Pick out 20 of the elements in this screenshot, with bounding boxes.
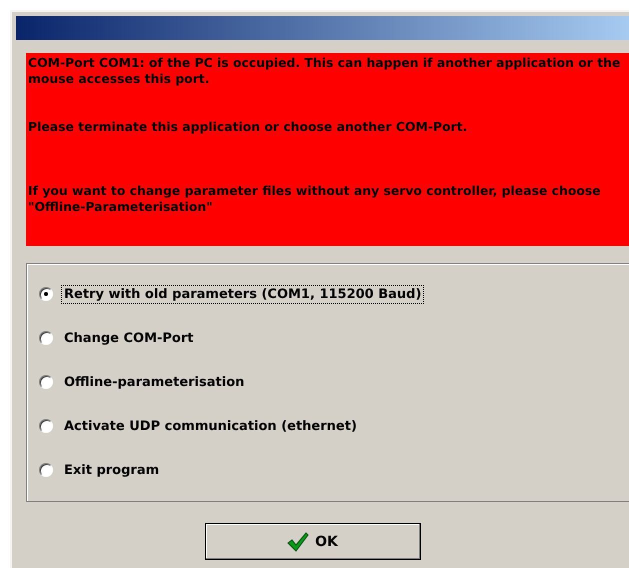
radio-option[interactable]: Activate UDP communication (ethernet) — [39, 414, 629, 438]
error-message: COM-Port COM1: of the PC is occupied. This can happen if another application or the mouse accesses this port. — [28, 55, 622, 87]
radio-button[interactable] — [39, 375, 53, 389]
error-message: If you want to change parameter files without any servo controller, please choose "Offline-Parameterisation" — [28, 183, 602, 215]
error-message: Please terminate this application or choose another COM-Port. — [28, 119, 468, 135]
option-label: Exit program — [63, 462, 160, 480]
radio-option[interactable]: Retry with old parameters (COM1, 115200 Baud) — [39, 282, 629, 306]
radio-option[interactable]: Exit program — [39, 458, 629, 482]
option-label: Offline-parameterisation — [63, 374, 246, 392]
radio-button[interactable] — [39, 287, 53, 301]
checkmark-icon — [287, 532, 310, 552]
ok-button[interactable]: OK — [204, 523, 420, 560]
radio-button[interactable] — [39, 331, 53, 345]
radio-option[interactable]: Offline-parameterisation — [39, 370, 629, 394]
option-label: Change COM-Port — [63, 330, 194, 348]
radio-button[interactable] — [39, 463, 53, 477]
radio-button[interactable] — [39, 419, 53, 433]
radio-option[interactable]: Change COM-Port — [39, 326, 629, 350]
option-label: Retry with old parameters (COM1, 115200 Baud) — [61, 284, 424, 304]
option-label: Activate UDP communication (ethernet) — [63, 418, 358, 436]
